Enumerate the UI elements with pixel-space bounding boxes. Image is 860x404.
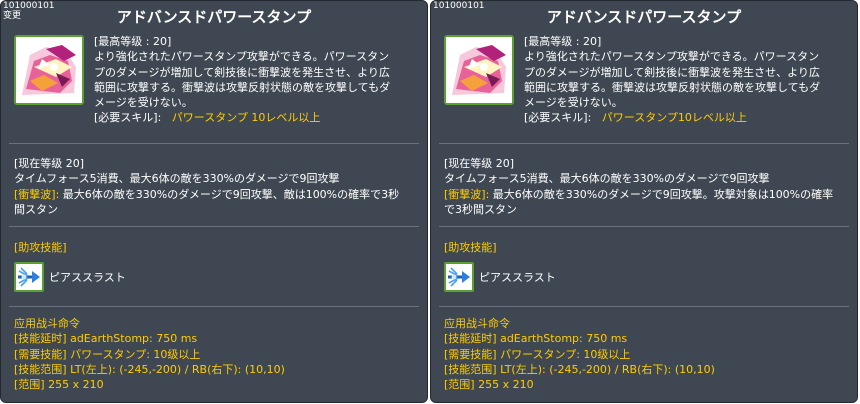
skill-description: [最高等级 : 20] より強化されたパワースタンプ攻撃ができる。パワースタン …	[94, 34, 424, 126]
description-line: より強化されたパワースタンプ攻撃ができる。パワースタン	[524, 50, 820, 64]
power-stamp-icon	[444, 35, 514, 105]
combat-command-block: 应用战斗命令 [技能延时] adEarthStomp: 750 ms [需要技能…	[14, 316, 424, 392]
divider	[439, 143, 849, 144]
current-level-block: [现在等级 20] タイムフォース5消費、最大6体の敵を330%のダメージで9回…	[444, 156, 854, 217]
max-level-text: [最高等级 : 20]	[94, 35, 172, 48]
current-level-block: [现在等级 20] タイムフォース5消費、最大6体の敵を330%のダメージで9回…	[14, 156, 424, 217]
assist-skill-name: ピアススラスト	[479, 271, 556, 284]
max-level-text: [最高等级 : 20]	[524, 35, 602, 48]
required-skill-label: [必要スキル]:	[524, 111, 592, 125]
required-skill: [必要スキル]: パワースタンプ10レベル以上	[524, 110, 854, 125]
required-skill: [必要スキル]: パワースタンプ 10レベル以上	[94, 110, 424, 125]
combat-command-title: 应用战斗命令	[14, 317, 80, 330]
shockwave-label: [衝撃波]:	[14, 187, 60, 201]
current-level-header: [现在等级 20]	[444, 157, 515, 170]
current-level-effect: タイムフォース5消費、最大6体の敵を330%のダメージで9回攻撃	[14, 172, 340, 186]
description-line: 範囲に攻撃する。衝撃波は攻撃反射状態の敵を攻撃してもダ	[524, 80, 821, 94]
description-line: メージを受けない。	[524, 96, 623, 110]
description-line: プのダメージが増加して剣技後に衝撃波を発生させ、より広	[94, 65, 390, 79]
shockwave-text-cont: で3秒間スタン	[444, 202, 517, 216]
combat-skill-delay: [技能延时] adEarthStomp: 750 ms	[444, 332, 628, 346]
current-level-effect: タイムフォース5消費、最大6体の敵を330%のダメージで9回攻撃	[444, 172, 770, 186]
shockwave-label: [衝撃波]:	[444, 187, 490, 201]
shockwave-text-cont: 間スタン	[14, 202, 58, 216]
divider	[9, 306, 419, 307]
shockwave-effect: [衝撃波]: 最大6体の敵を330%のダメージで9回攻撃、敵は100%の確率で3…	[14, 187, 424, 202]
skill-description: [最高等级 : 20] より強化されたパワースタンプ攻撃ができる。パワースタン …	[524, 34, 854, 126]
skill-title: アドバンスドパワースタンプ	[116, 8, 312, 26]
description-line: プのダメージが増加して剣技後に衝撃波を発生させ、より広	[524, 65, 820, 79]
combat-range-size: [范围] 255 x 210	[14, 378, 104, 392]
skill-title: アドバンスドパワースタンプ	[546, 8, 742, 26]
power-stamp-icon	[14, 35, 84, 105]
combat-required-skill: [需要技能] パワースタンプ: 10级以上	[444, 347, 631, 361]
divider	[439, 306, 849, 307]
shockwave-effect: [衝撃波]: 最大6体の敵を330%のダメージで9回攻撃。攻撃対象は100%の確…	[444, 187, 854, 202]
description-line: より強化されたパワースタンプ攻撃ができる。パワースタン	[94, 50, 390, 64]
current-level-header: [现在等级 20]	[14, 157, 85, 170]
required-skill-label: [必要スキル]:	[94, 111, 162, 125]
combat-command-title: 应用战斗命令	[444, 317, 510, 330]
divider	[439, 226, 849, 227]
required-skill-value: パワースタンプ 10レベル以上	[171, 111, 321, 125]
combat-skill-delay: [技能延时] adEarthStomp: 750 ms	[14, 332, 198, 346]
description-line: 範囲に攻撃する。衝撃波は攻撃反射状態の敵を攻撃してもダ	[94, 80, 391, 94]
skill-tooltip-right: 101000101 アドバンスドパワースタンプ [最高等级 : 20] より強化…	[430, 0, 858, 403]
pierce-thrust-icon	[444, 262, 474, 292]
combat-required-skill: [需要技能] パワースタンプ: 10级以上	[14, 347, 201, 361]
combat-skill-range: [技能范围] LT(左上): (-245,-200) / RB(右下): (10…	[14, 362, 285, 376]
divider	[9, 226, 419, 227]
assist-skill-item[interactable]: ピアススラスト	[14, 262, 126, 292]
skill-tooltip-left: 101000101 变更 アドバンスドパワースタンプ [最高等级 : 20] よ…	[0, 0, 428, 403]
description-line: メージを受けない。	[94, 96, 193, 110]
assist-skill-label: [助攻技能]	[444, 241, 497, 254]
shockwave-text: 最大6体の敵を330%のダメージで9回攻撃、敵は100%の確率で3秒	[62, 187, 400, 201]
assist-skill-label: [助攻技能]	[14, 241, 67, 254]
combat-command-block: 应用战斗命令 [技能延时] adEarthStomp: 750 ms [需要技能…	[444, 316, 854, 392]
assist-skill-item[interactable]: ピアススラスト	[444, 262, 556, 292]
combat-skill-range: [技能范围] LT(左上): (-245,-200) / RB(右下): (10…	[444, 362, 715, 376]
shockwave-text: 最大6体の敵を330%のダメージで9回攻撃。攻撃対象は100%の確率	[492, 187, 834, 201]
divider	[9, 143, 419, 144]
required-skill-value: パワースタンプ10レベル以上	[601, 111, 747, 125]
combat-range-size: [范围] 255 x 210	[444, 378, 534, 392]
assist-skill-name: ピアススラスト	[49, 271, 126, 284]
pierce-thrust-icon	[14, 262, 44, 292]
